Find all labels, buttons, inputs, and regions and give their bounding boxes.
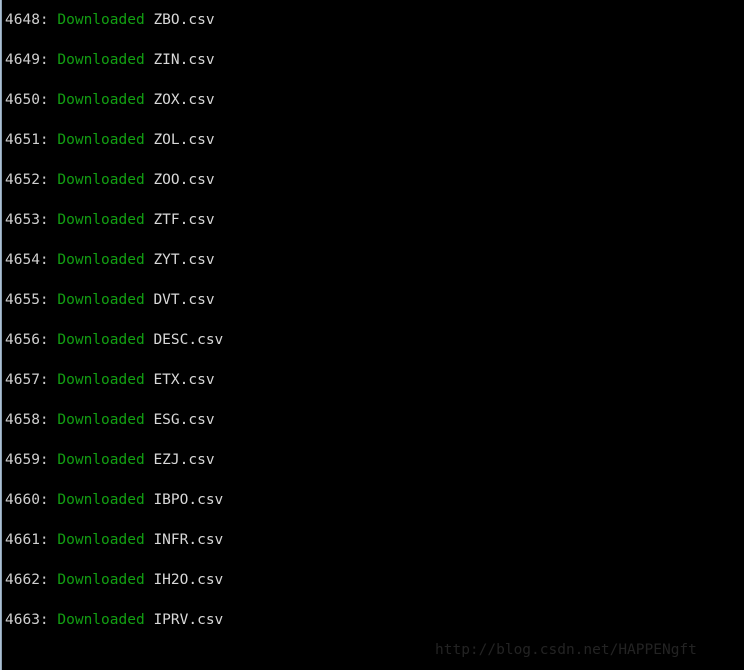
log-line-index: 4654: xyxy=(5,252,49,268)
log-line-status: Downloaded xyxy=(57,172,145,188)
log-line-index: 4657: xyxy=(5,372,49,388)
log-line-index: 4652: xyxy=(5,172,49,188)
log-line-index: 4661: xyxy=(5,532,49,548)
log-line-filename: INFR.csv xyxy=(153,532,224,548)
log-line: 4659: Downloaded EZJ.csv xyxy=(5,440,744,480)
log-line: 4652: Downloaded ZOO.csv xyxy=(5,160,744,200)
log-line-filename: EZJ.csv xyxy=(153,452,215,468)
log-line: 4653: Downloaded ZTF.csv xyxy=(5,200,744,240)
log-line-filename: ESG.csv xyxy=(153,412,215,428)
log-line: 4657: Downloaded ETX.csv xyxy=(5,360,744,400)
log-line-status: Downloaded xyxy=(57,52,145,68)
log-line-filename: DVT.csv xyxy=(153,292,215,308)
window-left-edge xyxy=(0,0,2,670)
terminal-output-log: 4648: Downloaded ZBO.csv 4649: Downloaded… xyxy=(5,0,744,640)
log-line-filename: ZOO.csv xyxy=(153,172,215,188)
log-line-filename: DESC.csv xyxy=(153,332,224,348)
log-line-status: Downloaded xyxy=(57,332,145,348)
log-line-filename: IH2O.csv xyxy=(153,572,224,588)
log-line-status: Downloaded xyxy=(57,92,145,108)
log-line-index: 4648: xyxy=(5,12,49,28)
log-line-status: Downloaded xyxy=(57,212,145,228)
log-line: 4661: Downloaded INFR.csv xyxy=(5,520,744,560)
log-line-filename: ZYT.csv xyxy=(153,252,215,268)
log-line-index: 4655: xyxy=(5,292,49,308)
log-line-index: 4653: xyxy=(5,212,49,228)
log-line-status: Downloaded xyxy=(57,252,145,268)
log-line-filename: IPRV.csv xyxy=(153,612,224,628)
log-line: 4649: Downloaded ZIN.csv xyxy=(5,40,744,80)
log-line-status: Downloaded xyxy=(57,452,145,468)
log-line: 4651: Downloaded ZOL.csv xyxy=(5,120,744,160)
log-line: 4654: Downloaded ZYT.csv xyxy=(5,240,744,280)
log-line-index: 4656: xyxy=(5,332,49,348)
log-line-index: 4651: xyxy=(5,132,49,148)
log-line-status: Downloaded xyxy=(57,412,145,428)
log-line: 4655: Downloaded DVT.csv xyxy=(5,280,744,320)
log-line-index: 4660: xyxy=(5,492,49,508)
log-line-index: 4659: xyxy=(5,452,49,468)
log-line: 4660: Downloaded IBPO.csv xyxy=(5,480,744,520)
log-line: 4648: Downloaded ZBO.csv xyxy=(5,0,744,40)
log-line-filename: IBPO.csv xyxy=(153,492,224,508)
log-line: 4650: Downloaded ZOX.csv xyxy=(5,80,744,120)
log-line-index: 4649: xyxy=(5,52,49,68)
log-line-filename: ZIN.csv xyxy=(153,52,215,68)
log-line: 4658: Downloaded ESG.csv xyxy=(5,400,744,440)
log-line: 4656: Downloaded DESC.csv xyxy=(5,320,744,360)
log-line-status: Downloaded xyxy=(57,12,145,28)
log-line-status: Downloaded xyxy=(57,532,145,548)
log-line: 4662: Downloaded IH2O.csv xyxy=(5,560,744,600)
log-line-filename: ZOL.csv xyxy=(153,132,215,148)
log-line-index: 4650: xyxy=(5,92,49,108)
terminal-window: 4648: Downloaded ZBO.csv 4649: Downloaded… xyxy=(0,0,744,670)
log-line-status: Downloaded xyxy=(57,372,145,388)
log-line-index: 4658: xyxy=(5,412,49,428)
summary-line: Congratulations! Downloaded 4663 files! xyxy=(5,630,380,670)
log-line-index: 4663: xyxy=(5,612,49,628)
log-line-status: Downloaded xyxy=(57,292,145,308)
log-line-status: Downloaded xyxy=(57,132,145,148)
log-line-status: Downloaded xyxy=(57,492,145,508)
log-line-filename: ZTF.csv xyxy=(153,212,215,228)
log-line-filename: ZBO.csv xyxy=(153,12,215,28)
watermark-url: http://blog.csdn.net/HAPPENgft xyxy=(435,642,697,658)
log-line-status: Downloaded xyxy=(57,572,145,588)
log-line-index: 4662: xyxy=(5,572,49,588)
log-line-status: Downloaded xyxy=(57,612,145,628)
log-line-filename: ETX.csv xyxy=(153,372,215,388)
log-line-filename: ZOX.csv xyxy=(153,92,215,108)
